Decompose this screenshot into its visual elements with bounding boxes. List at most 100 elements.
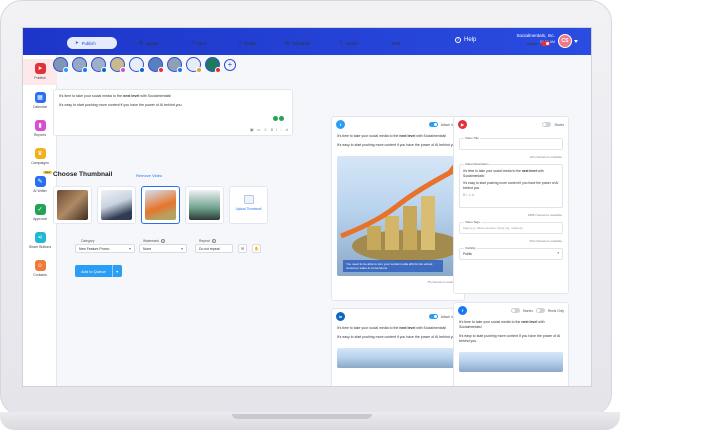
shorts-toggle[interactable]: Shorts — [542, 122, 564, 127]
email-icon[interactable]: ✉ — [238, 244, 247, 253]
category-label: Category — [81, 239, 95, 243]
growth-chart-image — [340, 162, 459, 262]
image-icon — [243, 195, 254, 204]
location-icon[interactable] — [273, 116, 284, 121]
chevron-down-icon: ▾ — [557, 251, 559, 255]
account-avatar[interactable] — [129, 57, 145, 73]
video-tags-field[interactable]: Video Tags Tags (e.g. albert einstein, f… — [459, 220, 563, 234]
visibility-select[interactable]: Visibility Public ▾ — [459, 246, 563, 260]
visibility-label: Visibility — [464, 246, 477, 250]
composer-line-2: It's easy to start pushing more content … — [59, 103, 183, 107]
upload-thumbnail-button[interactable]: Upload Thumbnail — [229, 186, 268, 224]
gif-icon[interactable]: ▭ — [257, 127, 261, 132]
video-title-label: Video Title — [464, 136, 480, 140]
contacts-icon: ☺ — [34, 260, 46, 271]
thumbnail-option[interactable] — [53, 186, 92, 224]
youtube-icon: ▶ — [458, 120, 467, 129]
facebook-icon — [177, 67, 183, 73]
sidebar-item-ai-writer[interactable]: ✎ New AI Writer — [23, 171, 57, 199]
watermark-select[interactable]: None — [139, 244, 187, 253]
hashtag-icon[interactable]: # — [286, 127, 288, 132]
account-avatar[interactable] — [110, 57, 126, 73]
youtube-icon — [158, 67, 164, 73]
hand-icon[interactable]: ✋ — [252, 244, 261, 253]
sidebar-item-publish[interactable]: ➤ Publish — [23, 59, 57, 85]
approval-icon: ✓ — [34, 204, 46, 215]
account-avatar[interactable] — [72, 57, 88, 73]
guide-toggle[interactable]: Guide — [527, 41, 550, 46]
reels-only-switch[interactable] — [535, 308, 545, 313]
tab-sent[interactable]: ⠿ Sent — [183, 37, 214, 49]
account-avatar[interactable] — [91, 57, 107, 73]
italic-icon[interactable]: I — [276, 127, 277, 132]
tab-label: Queue — [145, 40, 159, 46]
paper-plane-icon: ➤ — [75, 40, 79, 45]
facebook-preview-card: f Stories Reels Only It's time to take y… — [453, 302, 569, 386]
mention-icon[interactable]: ◌ — [280, 127, 282, 132]
video-description-field[interactable]: Video Description It's time to take your… — [459, 162, 563, 208]
share-icon: ⋖ — [34, 232, 46, 243]
info-icon[interactable]: i — [161, 239, 165, 243]
tab-label: RSS — [391, 40, 401, 46]
attach-media-switch[interactable] — [428, 314, 438, 319]
tab-schedule[interactable]: ▤ Schedule — [277, 37, 318, 49]
emoji-icon[interactable]: ☺ — [263, 127, 267, 132]
chevron-down-icon[interactable] — [574, 40, 578, 43]
tab-import[interactable]: ⇩ Import — [331, 37, 366, 49]
sidebar-item-share-buttons[interactable]: ⋖ Share Buttons — [23, 229, 57, 255]
image-icon[interactable]: ▣ — [250, 127, 254, 132]
shorts-switch[interactable] — [542, 122, 552, 127]
tab-rss[interactable]: ◝ RSS — [379, 37, 409, 49]
sidebar-item-contacts[interactable]: ☺ Contacts — [23, 257, 57, 283]
account-avatar[interactable] — [53, 57, 69, 73]
remove-video-link[interactable]: Remove Video — [136, 173, 162, 178]
sidebar-item-approval[interactable]: ✓ Approval — [23, 201, 57, 227]
tab-label: Schedule — [292, 40, 310, 46]
sidebar-item-campaigns[interactable]: ♛ Campaigns — [23, 145, 57, 171]
choose-thumbnail-heading: Choose Thumbnail — [53, 171, 113, 178]
sidebar-item-calendar[interactable]: ▦ Calendar — [23, 89, 57, 115]
description-toolbar: B I ☺ # — [463, 193, 475, 197]
sidebar: ➤ Publish ▦ Calendar ▮ Reports ♛ Campaig… — [23, 55, 57, 386]
stories-switch[interactable] — [510, 308, 520, 313]
account-avatar[interactable] — [205, 57, 221, 73]
video-title-field[interactable]: Video Title — [459, 136, 563, 150]
linkedin-icon: in — [336, 312, 345, 321]
tab-label: Drafts — [244, 40, 256, 46]
post-composer[interactable]: It's time to take your social media to t… — [53, 89, 293, 136]
facebook-icon — [82, 67, 88, 73]
repeat-label: Repeat i — [199, 239, 216, 243]
media-caption: You need to be able to turn your social … — [343, 259, 443, 272]
category-select[interactable]: New Feature Promo — [75, 244, 135, 253]
add-account-button[interactable]: + — [224, 59, 236, 71]
repeat-select[interactable]: Do not repeat — [195, 244, 233, 253]
chevron-down-icon[interactable]: ▾ — [111, 265, 122, 277]
linkedin-icon — [139, 67, 145, 73]
sidebar-item-label: Calendar — [32, 105, 48, 109]
thumbnail-option[interactable] — [97, 186, 136, 224]
twitter-chars-available: 78 characters available — [427, 280, 458, 284]
bold-icon[interactable]: B — [271, 127, 274, 132]
linkedin-preview-card: in Attach media It's time to take your s… — [331, 308, 465, 386]
guide-label: Guide — [527, 41, 538, 46]
composer-toolbar: ▣ ▭ ☺ B I ◌ # — [250, 127, 288, 132]
tab-publish[interactable]: ➤ Publish — [67, 37, 117, 49]
guide-switch[interactable] — [540, 41, 550, 46]
schedule-icon: ▤ — [285, 40, 290, 45]
twitter-icon: t — [336, 120, 345, 129]
add-to-queue-button[interactable]: Add to Queue ▾ — [75, 265, 122, 277]
description-chars-available: 4888 characters available — [527, 213, 562, 217]
stories-reels-toggles: Stories Reels Only — [510, 308, 564, 313]
tab-queue[interactable]: ⊞ Queue — [131, 37, 167, 49]
attach-media-switch[interactable] — [428, 122, 438, 127]
thumbnail-option[interactable] — [185, 186, 224, 224]
account-avatar[interactable] — [148, 57, 164, 73]
laptop-notch — [232, 414, 372, 419]
info-icon[interactable]: i — [211, 239, 216, 243]
google-business-icon — [196, 67, 202, 73]
thumbnail-option-selected[interactable] — [141, 186, 180, 224]
sidebar-item-reports[interactable]: ▮ Reports — [23, 117, 57, 143]
tab-drafts[interactable]: ▯ Drafts — [231, 37, 264, 49]
account-avatar[interactable] — [167, 57, 183, 73]
account-avatar[interactable] — [186, 57, 202, 73]
